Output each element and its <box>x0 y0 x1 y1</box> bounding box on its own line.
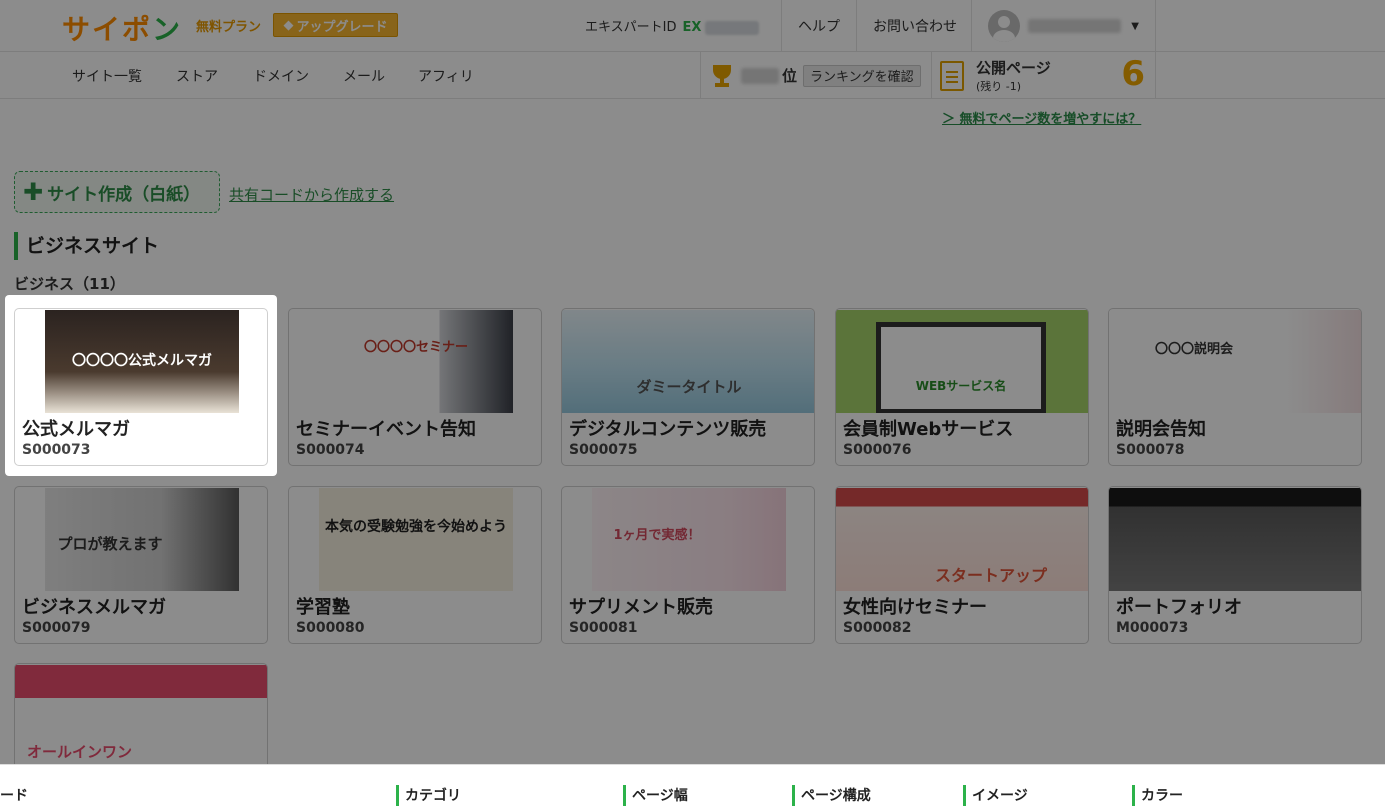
template-card-digital-content[interactable]: ダミータイトル デジタルコンテンツ販売 S000075 <box>561 308 815 466</box>
published-pages-count: 6 <box>1121 54 1145 94</box>
template-thumbnail: 〇〇〇説明会 <box>1109 310 1361 413</box>
category-title: ビジネス（11） <box>14 275 125 293</box>
rank-masked <box>741 67 779 84</box>
expert-id-masked <box>705 20 760 35</box>
section-title: ビジネスサイト <box>14 232 159 260</box>
template-card-official-mail[interactable]: 〇〇〇〇公式メルマガ 公式メルマガ S000073 <box>14 308 268 466</box>
template-card-cosmetics[interactable]: オールインワン <box>14 663 268 773</box>
filter-page-structure[interactable]: ページ構成 <box>792 785 871 806</box>
plus-icon: ✚ <box>23 178 44 206</box>
document-icon <box>940 60 964 91</box>
published-pages: 公開ページ (残り -1) 6 <box>932 52 1156 99</box>
template-card-cram-school[interactable]: 本気の受験勉強を今始めよう 学習塾 S000080 <box>288 486 542 644</box>
create-blank-site-button[interactable]: ✚ サイト作成（白紙） <box>14 171 220 213</box>
template-card-briefing[interactable]: 〇〇〇説明会 説明会告知 S000078 <box>1108 308 1362 466</box>
template-card-business-mail[interactable]: プロが教えます ビジネスメルマガ S000079 <box>14 486 268 644</box>
caret-down-icon: ▼ <box>1131 20 1139 32</box>
template-thumbnail: 本気の受験勉強を今始めよう <box>319 488 513 591</box>
nav-store[interactable]: ストア <box>176 66 218 86</box>
ranking-box: 位 ランキングを確認 <box>700 52 932 99</box>
nav-mail[interactable]: メール <box>343 66 385 86</box>
expert-id: エキスパートID EX <box>585 16 760 35</box>
user-menu[interactable]: ▼ <box>971 0 1156 52</box>
upgrade-button[interactable]: ◆ アップグレード <box>273 13 398 37</box>
trophy-icon <box>709 63 735 89</box>
ranking-button[interactable]: ランキングを確認 <box>803 64 921 87</box>
published-pages-remaining: (残り -1) <box>976 80 1022 93</box>
main-nav: サイト一覧 ストア ドメイン メール アフィリ 位 ランキングを確認 公開ページ… <box>0 52 1385 99</box>
username-masked <box>1028 19 1122 33</box>
template-thumbnail <box>1109 488 1361 591</box>
template-thumbnail: 〇〇〇〇公式メルマガ <box>45 310 239 413</box>
more-pages-link[interactable]: ＞ 無料でページ数を増やすには？ <box>942 108 1141 127</box>
template-card-portfolio[interactable]: ポートフォリオ M000073 <box>1108 486 1362 644</box>
template-card-membership[interactable]: WEBサービス名 会員制Webサービス S000076 <box>835 308 1089 466</box>
filter-color[interactable]: カラー <box>1132 785 1183 806</box>
published-pages-title: 公開ページ <box>976 59 1051 77</box>
template-thumbnail: プロが教えます <box>45 488 239 591</box>
template-thumbnail: 1ヶ月で実感！ <box>592 488 786 591</box>
nav-domain[interactable]: ドメイン <box>253 66 309 86</box>
template-thumbnail: 〇〇〇〇セミナー <box>319 310 513 413</box>
rank-suffix: 位 <box>782 67 798 85</box>
plan-label: 無料プラン <box>196 20 262 35</box>
template-card-women-seminar[interactable]: スタートアップ 女性向けセミナー S000082 <box>835 486 1089 644</box>
upgrade-label: アップグレード <box>296 19 388 35</box>
filter-page-width[interactable]: ページ幅 <box>623 785 688 806</box>
diamond-icon: ◆ <box>283 17 294 33</box>
template-thumbnail: ダミータイトル <box>562 310 814 413</box>
template-thumbnail: オールインワン <box>15 665 267 772</box>
top-header: サイポン 無料プラン ◆ アップグレード エキスパートID EX ヘルプ お問い合… <box>0 0 1385 52</box>
template-thumbnail: スタートアップ <box>836 488 1088 591</box>
filter-keyword[interactable]: ード <box>0 785 28 806</box>
app-logo[interactable]: サイポン <box>62 8 182 48</box>
share-code-link[interactable]: 共有コードから作成する <box>229 184 394 205</box>
nav-affiliate[interactable]: アフィリ <box>418 66 474 86</box>
nav-sites[interactable]: サイト一覧 <box>72 66 142 86</box>
contact-link[interactable]: お問い合わせ <box>856 0 973 52</box>
filter-image[interactable]: イメージ <box>963 785 1028 806</box>
template-card-supplement[interactable]: 1ヶ月で実感！ サプリメント販売 S000081 <box>561 486 815 644</box>
template-thumbnail: WEBサービス名 <box>836 310 1088 413</box>
template-card-seminar[interactable]: 〇〇〇〇セミナー セミナーイベント告知 S000074 <box>288 308 542 466</box>
filter-bar: ード カテゴリ ページ幅 ページ構成 イメージ カラー <box>0 764 1385 806</box>
help-link[interactable]: ヘルプ <box>781 0 856 52</box>
filter-category[interactable]: カテゴリ <box>396 785 461 806</box>
avatar <box>988 10 1020 42</box>
